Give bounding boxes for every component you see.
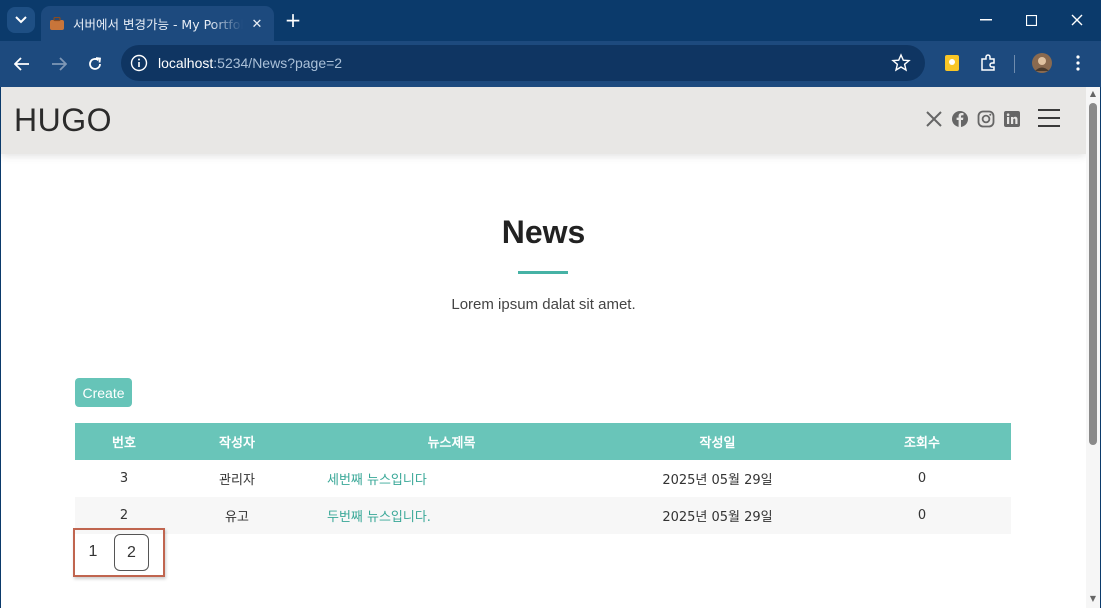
back-button[interactable]	[9, 51, 35, 77]
cell-date: 2025년 05월 29일	[662, 510, 773, 525]
close-tab-icon[interactable]: ✕	[248, 15, 266, 33]
table-row: 2 유고 두번째 뉴스입니다. 2025년 05월 29일 0	[75, 497, 1011, 534]
url-text[interactable]: localhost:5234/News?page=2	[158, 55, 342, 71]
column-header-views[interactable]: 조회수	[833, 423, 1011, 460]
new-tab-button[interactable]: +	[282, 8, 304, 32]
close-icon	[1071, 14, 1083, 26]
chevron-down-icon	[15, 16, 27, 24]
arrow-left-icon	[14, 57, 29, 71]
minimize-icon	[980, 19, 992, 21]
address-bar[interactable]: localhost:5234/News?page=2	[121, 45, 925, 81]
vertical-scrollbar[interactable]: ▲ ▼	[1086, 87, 1100, 608]
page-link-2-current[interactable]: 2	[114, 534, 149, 571]
tab-title: 서버에서 변경가능 - My Portfolio	[73, 17, 243, 32]
minimize-button[interactable]	[973, 8, 999, 32]
cell-author: 관리자	[219, 473, 255, 488]
title-underline	[518, 271, 568, 274]
kebab-menu-icon	[1076, 55, 1080, 71]
column-header-number[interactable]: 번호	[75, 423, 173, 460]
column-header-title[interactable]: 뉴스제목	[301, 423, 602, 460]
hamburger-menu-icon[interactable]	[1038, 109, 1060, 129]
site-header: HUGO	[1, 87, 1086, 154]
site-logo[interactable]: HUGO	[14, 102, 112, 139]
keep-extension-button[interactable]	[940, 51, 964, 75]
x-icon[interactable]	[925, 110, 943, 128]
create-button[interactable]: Create	[75, 378, 132, 407]
news-table: 번호 작성자 뉴스제목 작성일 조회수 3 관리자 세번째 뉴스입니다 2025…	[75, 423, 1011, 534]
browser-tab-bar: 서버에서 변경가능 - My Portfolio ✕ +	[0, 0, 1101, 41]
avatar	[1032, 53, 1052, 73]
cell-author: 유고	[225, 510, 249, 525]
browser-menu-button[interactable]	[1066, 51, 1090, 75]
linkedin-icon[interactable]	[1003, 110, 1021, 128]
facebook-icon[interactable]	[951, 110, 969, 128]
cell-views: 0	[917, 471, 927, 486]
url-host: localhost	[158, 55, 214, 71]
puzzle-icon	[981, 54, 995, 71]
tab-search-button[interactable]	[7, 7, 35, 33]
hamburger-line	[1038, 117, 1060, 119]
reload-icon	[89, 57, 102, 70]
cell-date: 2025년 05월 29일	[662, 473, 773, 488]
scrollbar-thumb[interactable]	[1089, 103, 1097, 445]
cell-views: 0	[917, 508, 927, 523]
browser-tab-active[interactable]: 서버에서 변경가능 - My Portfolio ✕	[41, 6, 274, 41]
scroll-up-arrow[interactable]: ▲	[1089, 90, 1097, 98]
browser-toolbar: localhost:5234/News?page=2	[0, 41, 1101, 87]
cell-number: 3	[119, 471, 129, 486]
arrow-right-icon	[52, 57, 67, 71]
column-header-author[interactable]: 작성자	[173, 423, 301, 460]
profile-button[interactable]	[1030, 51, 1054, 75]
toolbar-divider	[1014, 55, 1015, 73]
page-viewport: HUGO News Lorem ipsum dalat sit amet. Cr…	[1, 87, 1100, 608]
briefcase-icon	[50, 16, 64, 30]
bookmark-star-icon[interactable]	[891, 53, 911, 73]
maximize-button[interactable]	[1018, 8, 1044, 32]
page-subtitle: Lorem ipsum dalat sit amet.	[451, 296, 636, 313]
page-link-1[interactable]: 1	[81, 535, 105, 569]
table-header-row: 번호 작성자 뉴스제목 작성일 조회수	[75, 423, 1011, 460]
hamburger-line	[1038, 125, 1060, 127]
maximize-icon	[1025, 14, 1037, 26]
info-icon[interactable]	[130, 54, 148, 72]
column-header-date[interactable]: 작성일	[602, 423, 833, 460]
extensions-button[interactable]	[976, 51, 1000, 75]
close-window-button[interactable]	[1064, 8, 1090, 32]
scroll-down-arrow[interactable]: ▼	[1089, 595, 1097, 603]
reload-button[interactable]	[82, 51, 108, 77]
page-title: News	[501, 214, 586, 250]
news-title-link[interactable]: 세번째 뉴스입니다	[301, 460, 602, 497]
table-row: 3 관리자 세번째 뉴스입니다 2025년 05월 29일 0	[75, 460, 1011, 497]
keep-icon	[945, 55, 959, 71]
news-title-link[interactable]: 두번째 뉴스입니다.	[301, 497, 602, 534]
hamburger-line	[1038, 109, 1060, 111]
instagram-icon[interactable]	[977, 110, 995, 128]
forward-button[interactable]	[46, 51, 72, 77]
url-path: :5234/News?page=2	[213, 55, 343, 71]
